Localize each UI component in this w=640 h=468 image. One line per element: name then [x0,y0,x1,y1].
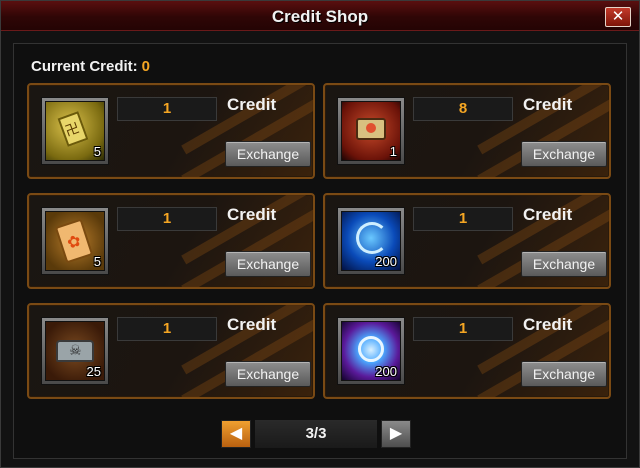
item-slot[interactable]: 200 [337,207,405,275]
price-unit: Credit [523,95,573,114]
exchange-button[interactable]: Exchange [521,141,607,167]
item-quantity: 5 [93,144,101,159]
current-credit-label: Current Credit: [31,58,138,75]
next-page-button[interactable]: ▶ [381,420,411,448]
prev-page-button[interactable]: ◀ [221,420,251,448]
item-slot[interactable]: 1 [337,97,405,165]
shop-item: 200 1 Credit Exchange [323,193,611,289]
item-price: 1 [117,317,217,341]
shop-item: 1 8 Credit Exchange [323,83,611,179]
price-unit: Credit [523,315,573,334]
pet-card-icon: 5 [45,211,105,271]
credit-shop-window: Credit Shop ✕ Current Credit:0 5 1 Credi… [0,0,640,468]
item-price: 1 [413,317,513,341]
item-quantity: 200 [375,364,397,379]
item-slot[interactable]: 5 [41,97,109,165]
item-quantity: 5 [93,254,101,269]
price-unit: Credit [227,95,277,114]
exchange-button[interactable]: Exchange [521,251,607,277]
price-unit: Credit [227,315,277,334]
item-price: 1 [117,207,217,231]
price-unit: Credit [523,205,573,224]
item-slot[interactable]: 25 [41,317,109,385]
window-title: Credit Shop [271,7,369,26]
shop-item: 25 1 Credit Exchange [27,303,315,399]
gift-pack-icon: 1 [341,101,401,161]
exchange-button[interactable]: Exchange [521,361,607,387]
exchange-button[interactable]: Exchange [225,141,311,167]
title-bar: Credit Shop ✕ [1,1,639,31]
page-indicator: 3/3 [255,420,377,448]
item-slot[interactable]: 5 [41,207,109,275]
shop-item: 200 1 Credit Exchange [323,303,611,399]
shop-item: 5 1 Credit Exchange [27,193,315,289]
item-price: 1 [117,97,217,121]
current-credit-value: 0 [141,58,151,75]
item-quantity: 25 [86,364,101,379]
item-quantity: 200 [375,254,397,269]
exchange-button[interactable]: Exchange [225,251,311,277]
spirit-orb-icon: 200 [341,321,401,381]
item-price: 8 [413,97,513,121]
current-credit: Current Credit: 0 [31,58,150,75]
price-unit: Credit [227,205,277,224]
item-slot[interactable]: 200 [337,317,405,385]
item-quantity: 1 [389,144,397,159]
skull-chest-icon: 25 [45,321,105,381]
talisman-icon: 5 [45,101,105,161]
item-price: 1 [413,207,513,231]
blue-soul-icon: 200 [341,211,401,271]
pagination: ◀ 3/3 ▶ [221,420,411,448]
shop-item: 5 1 Credit Exchange [27,83,315,179]
close-button[interactable]: ✕ [605,7,631,27]
exchange-button[interactable]: Exchange [225,361,311,387]
